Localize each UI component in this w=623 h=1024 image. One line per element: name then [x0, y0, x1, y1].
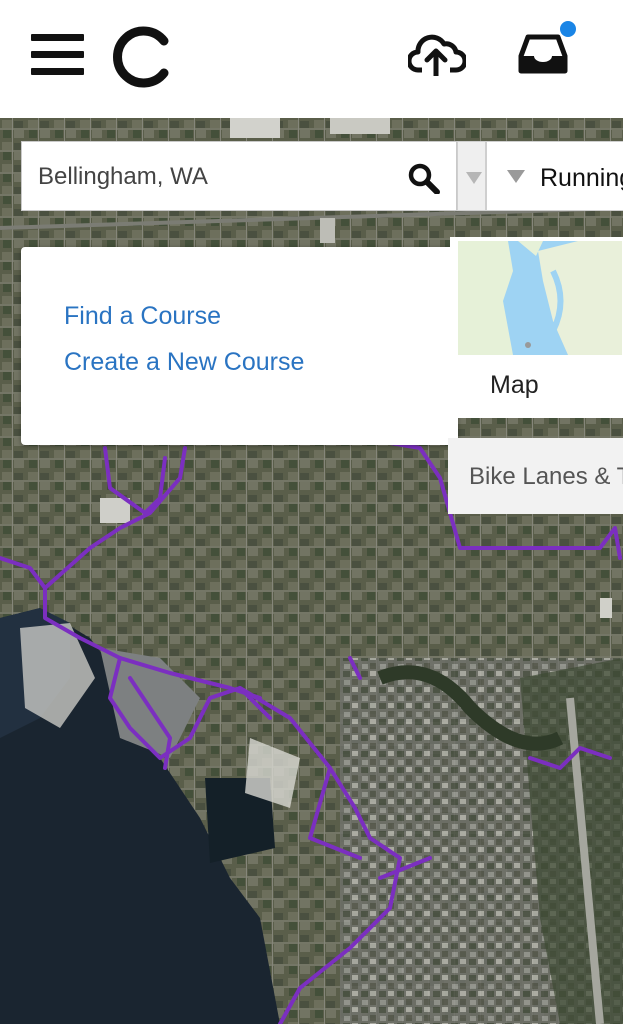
- course-menu-panel: Find a Course Create a New Course: [21, 247, 458, 445]
- location-search-input[interactable]: [36, 156, 400, 198]
- logo-icon[interactable]: [112, 26, 176, 88]
- cloud-upload-icon[interactable]: [408, 32, 466, 76]
- location-dropdown-toggle[interactable]: [457, 141, 486, 211]
- activity-type-label: Running: [540, 164, 623, 192]
- create-course-link[interactable]: Create a New Course: [64, 348, 304, 377]
- top-app-bar: [0, 0, 623, 118]
- map-type-toggle[interactable]: Map: [450, 237, 623, 418]
- bike-lanes-label: Bike Lanes & Trails: [469, 463, 623, 490]
- hamburger-menu-icon[interactable]: [31, 34, 84, 76]
- map-thumbnail: [458, 241, 622, 355]
- find-course-link[interactable]: Find a Course: [64, 302, 221, 331]
- activity-type-select[interactable]: Running: [486, 141, 623, 211]
- inbox-tray-icon[interactable]: [518, 34, 568, 74]
- location-search-box: [21, 141, 457, 211]
- search-icon[interactable]: [407, 162, 441, 194]
- map-type-label: Map: [490, 371, 539, 399]
- notification-badge: [560, 21, 576, 37]
- chevron-down-icon: [466, 172, 482, 184]
- bike-lanes-toggle[interactable]: Bike Lanes & Trails: [448, 438, 623, 514]
- chevron-down-icon: [507, 170, 525, 183]
